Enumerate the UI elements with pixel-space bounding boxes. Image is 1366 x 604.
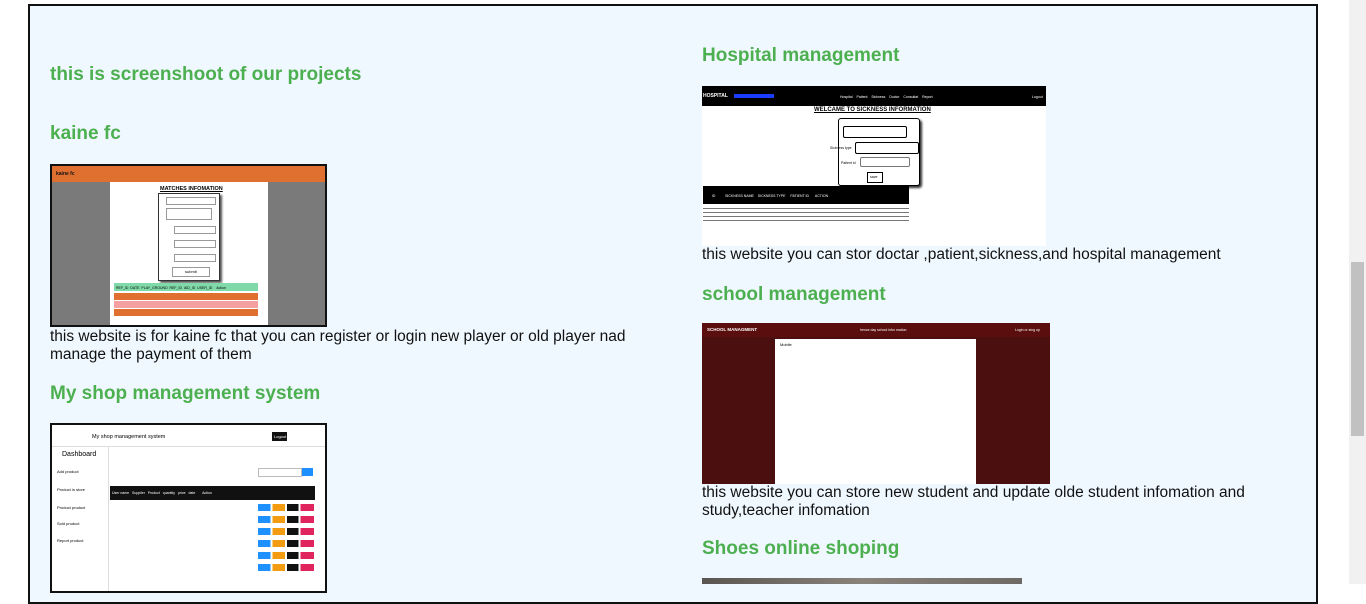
hospital-shot-logout: Logout <box>1032 95 1043 99</box>
intro-heading: this is screenshoot of our projects <box>50 64 362 85</box>
shop-title: My shop management system <box>50 383 321 404</box>
school-shot-login: Login or sing up <box>1015 328 1040 332</box>
school-shot-content: Mobile <box>780 342 792 347</box>
kaine-title: kaine fc <box>50 123 121 144</box>
kaine-shot-panel-title: MATCHES INFOMATION <box>160 186 223 192</box>
hospital-shot-page-title: WELCAME TO SICKNESS INFORMATION <box>814 107 931 113</box>
hospital-shot-brand: HOSPITAL <box>703 93 728 99</box>
scrollbar-thumb[interactable] <box>1351 262 1364 436</box>
shop-shot-sidebar-item: Report product <box>57 538 84 543</box>
shoes-screenshot <box>702 578 1022 584</box>
school-description: this website you can store new student a… <box>702 484 1245 519</box>
shop-shot-sidebar-item: Product product <box>57 505 86 510</box>
shop-shot-header-title: My shop management system <box>92 434 166 440</box>
hospital-shot-label: Patient id <box>841 161 856 165</box>
kaine-description: this website is for kaine fc that you ca… <box>50 328 626 363</box>
kaine-screenshot: kaine fc MATCHES INFOMATION submit REF_I… <box>50 164 327 327</box>
hospital-description: this website you can stor doctar ,patien… <box>702 246 1221 263</box>
kaine-shot-columns: REF_ID DATE PLAY_GROUND REF_ID AID_ID US… <box>116 286 226 290</box>
hospital-shot-columns: ID SICKNESS NAME SICKNESS TYPE PATIENT I… <box>707 194 829 198</box>
school-shot-brand: SCHOOL MANAGMENT <box>707 327 758 332</box>
school-screenshot: SCHOOL MANAGMENT hence day school infor … <box>702 323 1050 484</box>
shop-shot-sidebar-item: Product in store <box>57 487 86 492</box>
hospital-shot-label: Sickness type <box>830 146 852 150</box>
hospital-shot-submit: save <box>870 175 878 179</box>
shop-shot-sidebar-title: Dashboard <box>62 451 97 458</box>
hospital-shot-nav: Hospital Patient Sickness Doctor Consult… <box>840 95 933 99</box>
shop-shot-logout: Logout <box>274 434 287 439</box>
hospital-title: Hospital management <box>702 45 900 66</box>
shoes-title: Shoes online shoping <box>702 538 900 559</box>
kaine-shot-submit: submit <box>185 269 197 274</box>
shop-shot-sidebar-item: Sold product <box>57 521 80 526</box>
school-title: school management <box>702 284 886 305</box>
hospital-screenshot: HOSPITAL Hospital Patient Sickness Docto… <box>702 86 1046 246</box>
school-shot-subtitle: hence day school infor mation <box>860 328 907 332</box>
shop-screenshot: My shop management system Logout Dashboa… <box>50 423 327 593</box>
kaine-shot-brand: kaine fc <box>56 171 75 177</box>
shop-shot-sidebar-item: Add product <box>57 469 79 474</box>
shop-shot-columns: User name Supplier Product quantity pric… <box>112 491 212 495</box>
